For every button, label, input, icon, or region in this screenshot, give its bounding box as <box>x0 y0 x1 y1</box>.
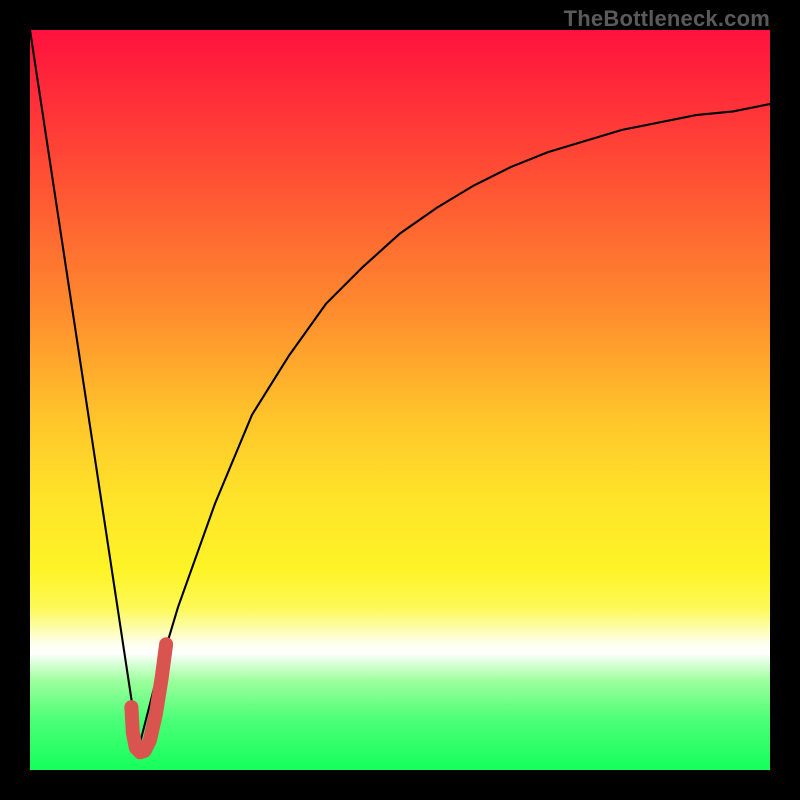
series-highlight <box>131 644 166 752</box>
line-left-branch <box>30 30 139 748</box>
line-highlight <box>131 644 166 752</box>
series-right-branch <box>139 104 770 748</box>
plot-area <box>30 30 770 770</box>
chart-frame: TheBottleneck.com <box>0 0 800 800</box>
series-left-branch <box>30 30 139 748</box>
chart-svg <box>30 30 770 770</box>
watermark-text: TheBottleneck.com <box>564 6 770 32</box>
line-right-branch <box>139 104 770 748</box>
